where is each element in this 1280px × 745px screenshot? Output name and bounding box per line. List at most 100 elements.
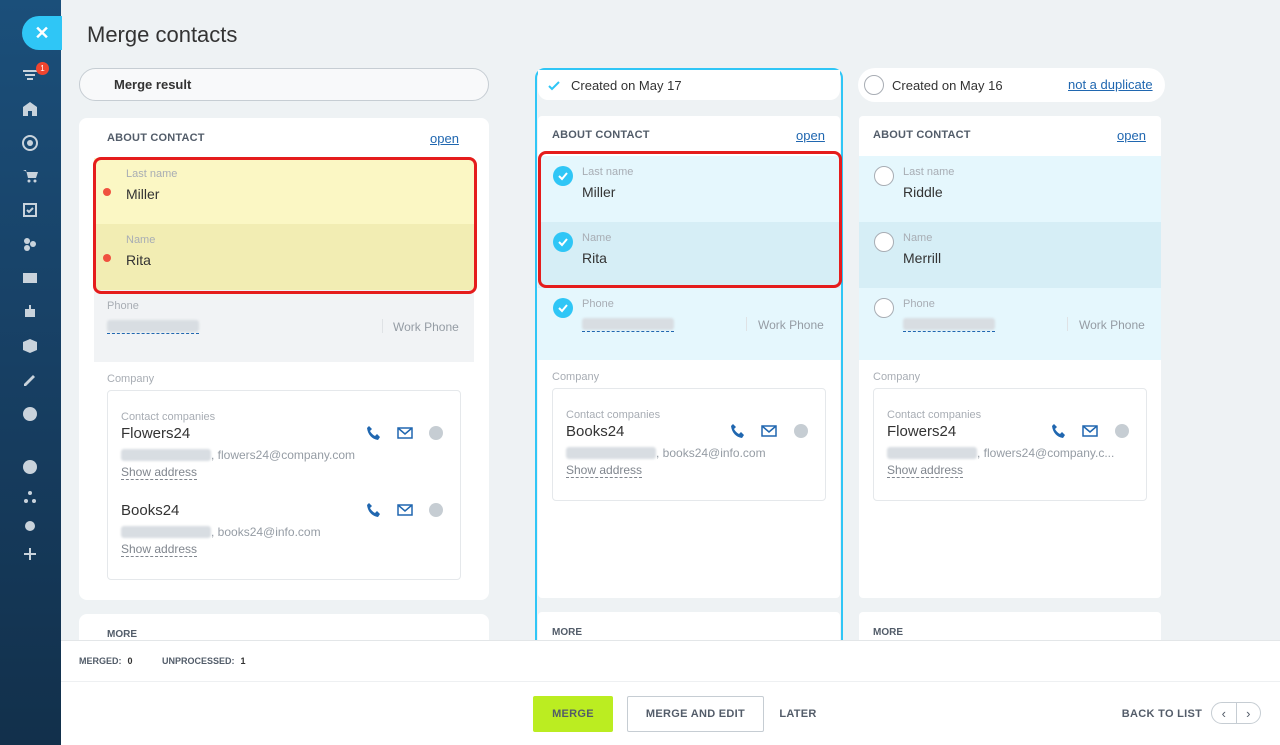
section-title: ABOUT CONTACT [107,132,205,144]
merged-count: 0 [127,656,133,666]
phone-type: Work Phone [393,320,459,334]
separator [382,319,383,333]
more-card: MORE [79,614,489,640]
more-section-title[interactable]: MORE [873,627,903,638]
select-radio[interactable] [864,75,884,95]
duplicate-date: Created on May 17 [571,77,682,93]
field-label: Phone [582,298,614,310]
duplicate-header-may17[interactable]: Created on May 17 [538,70,840,100]
contact-card-icon[interactable] [21,269,39,287]
duplicate-date: Created on May 16 [892,77,1003,93]
open-link[interactable]: open [430,131,459,146]
mail-icon[interactable] [397,425,413,441]
phone-icon[interactable] [366,502,382,518]
unchecked-icon[interactable] [874,298,894,318]
contact-companies-label: Contact companies [887,409,982,421]
merge-and-edit-button[interactable]: MERGE AND EDIT [627,696,764,732]
help-icon[interactable] [21,458,39,476]
company-phone-blurred [121,526,211,538]
company-name[interactable]: Books24 [566,423,624,440]
contact-companies-label: Contact companies [566,409,661,421]
last-name-field[interactable]: Last name Riddle [859,156,1161,222]
pager: ‹ › [1211,702,1261,724]
phone-icon[interactable] [1051,423,1067,439]
close-icon[interactable]: ✕ [22,16,62,50]
company-phone-blurred [121,449,211,461]
not-a-duplicate-link[interactable]: not a duplicate [1068,77,1153,92]
company-box: Contact companies Books24 , books24@info… [552,388,826,501]
signature-icon[interactable] [21,371,39,389]
name-field[interactable]: Name Merrill [859,222,1161,288]
show-address-link[interactable]: Show address [566,463,643,478]
crm-icon[interactable] [21,235,39,253]
highlight-outline [93,157,477,294]
show-address-link[interactable]: Show address [121,465,198,480]
robot-icon[interactable] [21,303,39,321]
company-email: , books24@info.com [211,525,321,539]
company-phone-blurred [566,447,656,459]
mail-icon[interactable] [761,423,777,439]
separator [746,317,747,331]
home-icon[interactable] [21,100,39,118]
show-address-link[interactable]: Show address [121,542,198,557]
company-box: Contact companies Flowers24 , flowers24@… [107,390,461,580]
merge-result-header: Merge result [79,68,489,101]
sitemap-icon[interactable] [21,488,39,506]
box-icon[interactable] [21,337,39,355]
chat-icon[interactable] [428,425,444,441]
prev-icon[interactable]: ‹ [1212,703,1237,723]
company-email: , flowers24@company.c... [977,446,1115,460]
contact-companies-label: Contact companies [121,411,216,423]
company-name[interactable]: Flowers24 [887,423,956,440]
cart-icon[interactable] [21,167,39,185]
unprocessed-count: 1 [240,656,246,666]
chat-icon[interactable] [428,502,444,518]
more-card: MORE [538,612,840,640]
company-label: Company [107,373,155,385]
unchecked-icon[interactable] [874,232,894,252]
target-icon[interactable] [21,134,39,152]
back-to-list-button[interactable]: BACK TO LIST [1119,696,1205,732]
settings-icon[interactable] [21,517,39,535]
unprocessed-label: UNPROCESSED: [162,656,235,666]
phone-field[interactable]: Phone Work Phone [94,290,474,362]
checked-icon[interactable] [553,298,573,318]
field-label: Phone [107,300,139,312]
more-section-title[interactable]: MORE [552,627,582,638]
phone-value-blurred [582,318,674,330]
field-label: Phone [903,298,935,310]
notification-badge: 1 [36,62,49,75]
later-button[interactable]: LATER [773,696,823,732]
section-title: ABOUT CONTACT [552,129,650,141]
company-name[interactable]: Flowers24 [121,425,190,442]
unchecked-icon[interactable] [874,166,894,186]
company-label: Company [873,371,921,383]
duplicate-card-may16: ABOUT CONTACT open Last name Riddle Name… [859,116,1161,598]
tasks-icon[interactable] [21,201,39,219]
field-label: Name [903,232,933,244]
plus-icon[interactable] [21,545,39,563]
separator [1067,317,1068,331]
more-card: MORE [859,612,1161,640]
phone-icon[interactable] [730,423,746,439]
merge-button[interactable]: MERGE [533,696,613,732]
phone-underline [582,331,674,332]
more-icon[interactable] [21,405,39,423]
chat-icon[interactable] [793,423,809,439]
open-link[interactable]: open [796,128,825,143]
chat-icon[interactable] [1114,423,1130,439]
phone-icon[interactable] [366,425,382,441]
duplicate-header-may16[interactable]: Created on May 16 not a duplicate [858,68,1165,102]
company-label: Company [552,371,600,383]
unprocessed-stat: UNPROCESSED: 1 [162,656,246,666]
phone-field[interactable]: Phone Work Phone [859,288,1161,360]
company-name[interactable]: Books24 [121,502,179,519]
main-content: Merge contacts Merge result ABOUT CONTAC… [61,0,1280,640]
mail-icon[interactable] [397,502,413,518]
more-section-title[interactable]: MORE [107,629,137,640]
mail-icon[interactable] [1082,423,1098,439]
next-icon[interactable]: › [1237,703,1261,723]
open-link[interactable]: open [1117,128,1146,143]
show-address-link[interactable]: Show address [887,463,964,478]
phone-field[interactable]: Phone Work Phone [538,288,840,360]
